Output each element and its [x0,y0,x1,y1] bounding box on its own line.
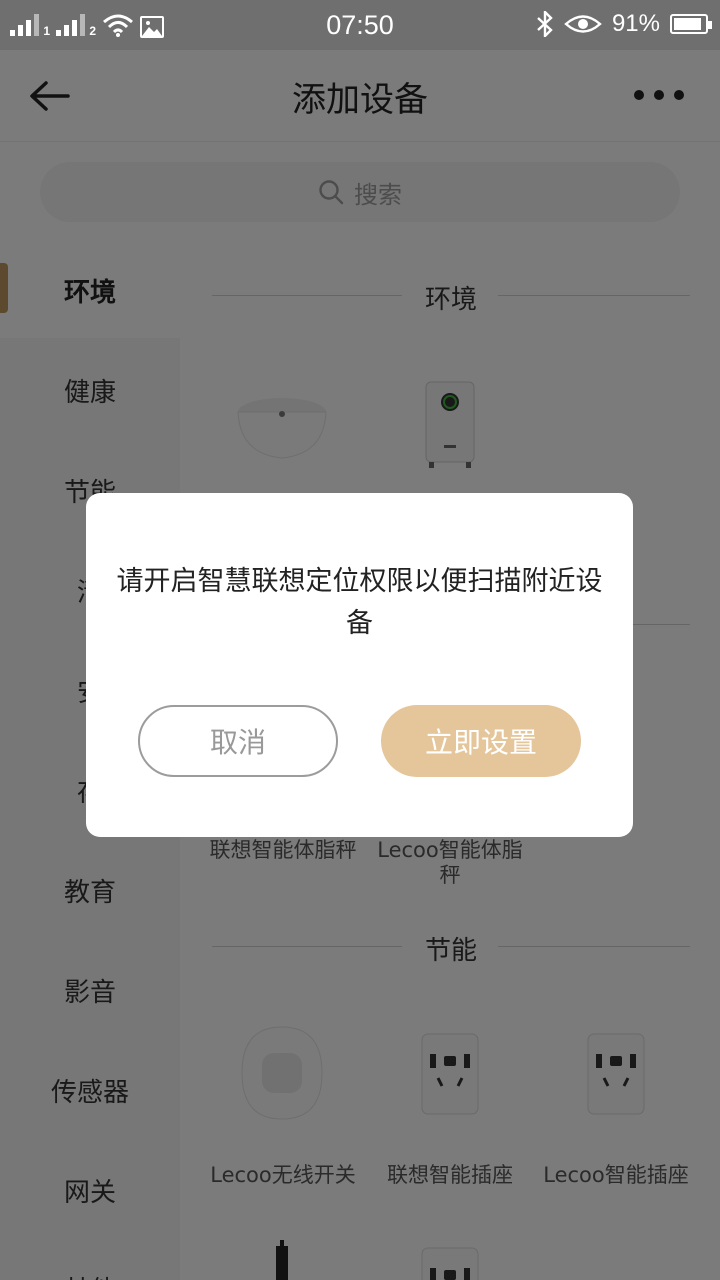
eye-icon [564,15,602,33]
cancel-button[interactable]: 取消 [138,705,338,777]
battery-icon [670,14,712,34]
status-bar: 1 2 07:50 91% [0,0,720,50]
battery-percent: 91% [611,10,660,37]
bluetooth-icon [537,11,553,37]
settings-button[interactable]: 立即设置 [381,705,581,777]
dialog-message: 请开启智慧联想定位权限以便扫描附近设备 [116,566,603,639]
location-permission-dialog: 请开启智慧联想定位权限以便扫描附近设备 取消 立即设置 [86,493,633,837]
